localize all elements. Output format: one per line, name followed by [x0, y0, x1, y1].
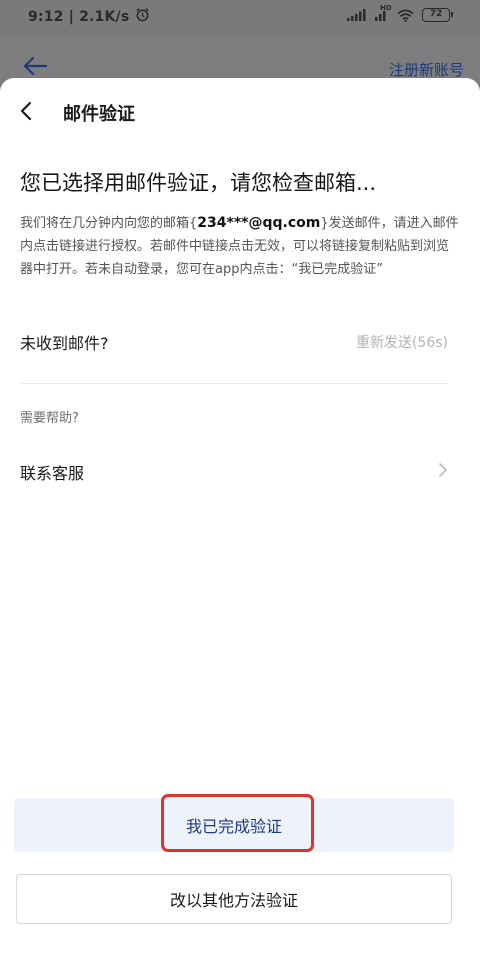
alarm-clock-icon [135, 7, 150, 26]
status-right: HD 72 [347, 4, 453, 22]
verification-done-button[interactable]: 我已完成验证 [14, 798, 454, 852]
other-method-button[interactable]: 改以其他方法验证 [16, 874, 452, 924]
battery-indicator: 72 [422, 8, 453, 22]
wifi-icon [397, 9, 414, 22]
arrow-left-icon[interactable] [22, 56, 48, 80]
resend-button[interactable]: 重新发送(56s) [356, 332, 448, 352]
no-mail-label: 未收到邮件? [20, 334, 109, 353]
email-verification-sheet: 邮件验证 您已选择用邮件验证，请您检查邮箱... 我们将在几分钟内向您的邮箱{2… [0, 78, 480, 970]
hd-badge: HD [380, 4, 392, 12]
sheet-title: 邮件验证 [63, 104, 135, 125]
description-part1: 我们将在几分钟内向您的邮箱{ [20, 216, 198, 231]
contact-support-row[interactable]: 联系客服 [20, 460, 448, 484]
status-time-speed: 9:12 | 2.1K/s [28, 8, 130, 25]
email-address: 234***@qq.com [197, 215, 321, 231]
chevron-right-icon [438, 462, 448, 482]
status-left: 9:12 | 2.1K/s [28, 7, 150, 26]
signal-hd-icon: HD [375, 4, 392, 21]
register-new-account-link[interactable]: 注册新账号 [389, 59, 464, 80]
cellular-signal-icon [347, 9, 367, 21]
contact-support-label: 联系客服 [20, 464, 85, 483]
status-bar: 9:12 | 2.1K/s HD 72 [0, 0, 480, 34]
no-mail-row: 未收到邮件? 重新发送(56s) [20, 330, 448, 354]
chevron-left-icon[interactable] [18, 100, 38, 122]
description-text: 我们将在几分钟内向您的邮箱{234***@qq.com}发送邮件，请进入邮件内点… [20, 212, 460, 281]
divider [20, 383, 448, 384]
help-label: 需要帮助? [20, 411, 79, 426]
headline: 您已选择用邮件验证，请您检查邮箱... [20, 171, 377, 195]
